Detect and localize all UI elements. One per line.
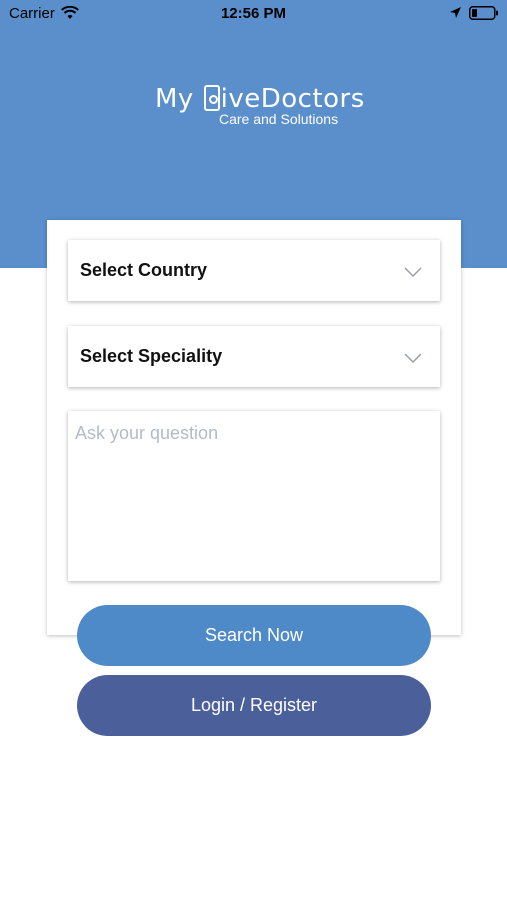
logo-text-live-doctors: iveDoctors <box>220 84 365 114</box>
phone-icon <box>203 85 220 111</box>
location-arrow-icon <box>449 6 462 23</box>
country-select[interactable]: Select Country <box>68 240 440 301</box>
chevron-down-icon <box>404 350 422 368</box>
logo-wordmark: My iveDoctors <box>155 84 365 114</box>
status-bar: Carrier 12:56 PM <box>0 0 507 28</box>
logo-text-my: My <box>155 84 203 114</box>
country-select-label: Select Country <box>80 260 208 280</box>
search-now-button[interactable]: Search Now <box>77 605 431 666</box>
logo-tagline: Care and Solutions <box>219 111 339 127</box>
question-placeholder: Ask your question <box>75 423 219 443</box>
chevron-down-icon <box>404 264 422 282</box>
battery-icon <box>469 6 499 24</box>
speciality-select[interactable]: Select Speciality <box>68 326 440 387</box>
question-input[interactable]: Ask your question <box>68 411 440 581</box>
clock: 12:56 PM <box>220 5 287 22</box>
speciality-select-label: Select Speciality <box>80 346 223 366</box>
app-logo: My iveDoctors Care and Solutions <box>155 84 364 128</box>
login-register-button[interactable]: Login / Register <box>77 675 431 736</box>
